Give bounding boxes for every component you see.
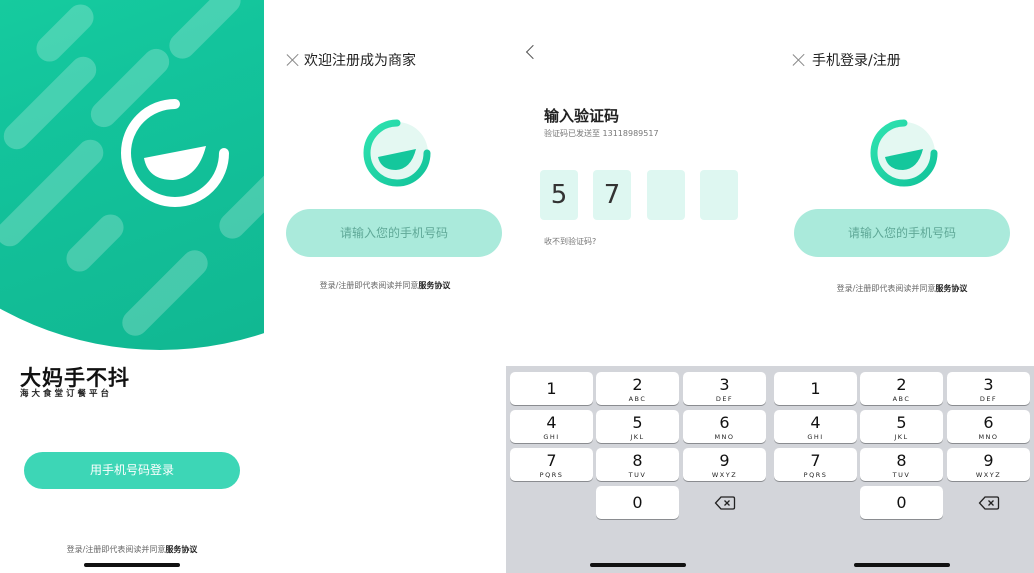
phone-login-button[interactable]: 用手机号码登录 xyxy=(24,452,240,489)
code-digit-box[interactable]: 7 xyxy=(593,170,631,220)
page-title: 输入验证码 xyxy=(544,107,620,125)
agreement-prefix: 登录/注册即代表阅读并同意 xyxy=(836,284,936,293)
key-0[interactable]: 0 xyxy=(860,486,943,519)
key-1[interactable]: 1 xyxy=(774,372,857,405)
code-digit-box[interactable] xyxy=(647,170,685,220)
agreement-prefix: 登录/注册即代表阅读并同意 xyxy=(66,545,166,554)
delete-key[interactable] xyxy=(683,486,766,519)
brand-subtitle: 海大食堂订餐平台 xyxy=(20,389,113,399)
app-logo-icon xyxy=(870,119,938,187)
splash-screen: 大妈手不抖 海大食堂订餐平台 用手机号码登录 登录/注册即代表阅读并同意服务协议 xyxy=(0,0,264,573)
phone-number-input[interactable]: 请输入您的手机号码 xyxy=(286,209,502,257)
key-3[interactable]: 3 DEF xyxy=(947,372,1030,405)
code-digit-box[interactable]: 5 xyxy=(540,170,578,220)
merchant-register-screen: 欢迎注册成为商家 请输入您的手机号码 登录/注册即代表阅读并同意服务协议 xyxy=(264,0,506,573)
back-icon[interactable] xyxy=(525,44,541,60)
key-2[interactable]: 2 ABC xyxy=(860,372,943,405)
page-title: 欢迎注册成为商家 xyxy=(304,53,416,69)
agreement-text: 登录/注册即代表阅读并同意服务协议 xyxy=(0,544,264,555)
agreement-prefix: 登录/注册即代表阅读并同意 xyxy=(319,281,419,290)
service-agreement-link[interactable]: 服务协议 xyxy=(165,545,197,554)
key-3[interactable]: 3 DEF xyxy=(683,372,766,405)
agreement-text: 登录/注册即代表阅读并同意服务协议 xyxy=(264,280,506,291)
numeric-keypad: 1 2 ABC 3 DEF 4 GHI 5 JKL 6 MNO 7 PQRS 8 TUV 9W… xyxy=(506,366,770,573)
key-6[interactable]: 6 MNO xyxy=(683,410,766,443)
service-agreement-link[interactable]: 服务协议 xyxy=(418,281,450,290)
key-5[interactable]: 5 JKL xyxy=(860,410,943,443)
key-7[interactable]: 7 PQRS xyxy=(510,448,593,481)
key-1[interactable]: 1 xyxy=(510,372,593,405)
key-4[interactable]: 4 GHI xyxy=(510,410,593,443)
close-icon[interactable] xyxy=(286,53,300,67)
close-icon[interactable] xyxy=(792,53,806,67)
phone-number-input[interactable]: 请输入您的手机号码 xyxy=(794,209,1010,257)
app-logo-icon xyxy=(363,119,431,187)
key-7[interactable]: 7 PQRS xyxy=(774,448,857,481)
app-logo-icon xyxy=(121,99,229,207)
key-8[interactable]: 8 TUV xyxy=(596,448,679,481)
code-sent-notice: 验证码已发送至 13118989517 xyxy=(544,129,659,138)
key-0[interactable]: 0 xyxy=(596,486,679,519)
verification-screen: 输入验证码 验证码已发送至 13118989517 5 7 收不到验证码? 1 … xyxy=(506,0,770,573)
service-agreement-link[interactable]: 服务协议 xyxy=(935,284,967,293)
page-title: 手机登录/注册 xyxy=(812,53,901,69)
home-indicator xyxy=(854,563,950,567)
backspace-icon xyxy=(978,496,999,510)
key-6[interactable]: 6 MNO xyxy=(947,410,1030,443)
key-2[interactable]: 2 ABC xyxy=(596,372,679,405)
phone-login-screen: 手机登录/注册 请输入您的手机号码 登录/注册即代表阅读并同意服务协议 1 2A… xyxy=(770,0,1034,573)
home-indicator xyxy=(84,563,180,567)
key-4[interactable]: 4 GHI xyxy=(774,410,857,443)
key-9[interactable]: 9 WXYZ xyxy=(683,448,766,481)
decor-streak xyxy=(116,244,214,342)
delete-key[interactable] xyxy=(947,486,1030,519)
code-digit-box[interactable] xyxy=(700,170,738,220)
decor-streak xyxy=(163,0,247,65)
agreement-text: 登录/注册即代表阅读并同意服务协议 xyxy=(770,283,1034,294)
key-5[interactable]: 5 JKL xyxy=(596,410,679,443)
numeric-keypad: 1 2 ABC 3 DEF 4 GHI 5 JKL 6 MNO 7 PQRS 8 TUV 9W… xyxy=(770,366,1034,573)
decor-streak xyxy=(61,209,129,277)
resend-code-link[interactable]: 收不到验证码? xyxy=(544,236,596,247)
backspace-icon xyxy=(714,496,735,510)
key-9[interactable]: 9 WXYZ xyxy=(947,448,1030,481)
key-8[interactable]: 8 TUV xyxy=(860,448,943,481)
home-indicator xyxy=(590,563,686,567)
